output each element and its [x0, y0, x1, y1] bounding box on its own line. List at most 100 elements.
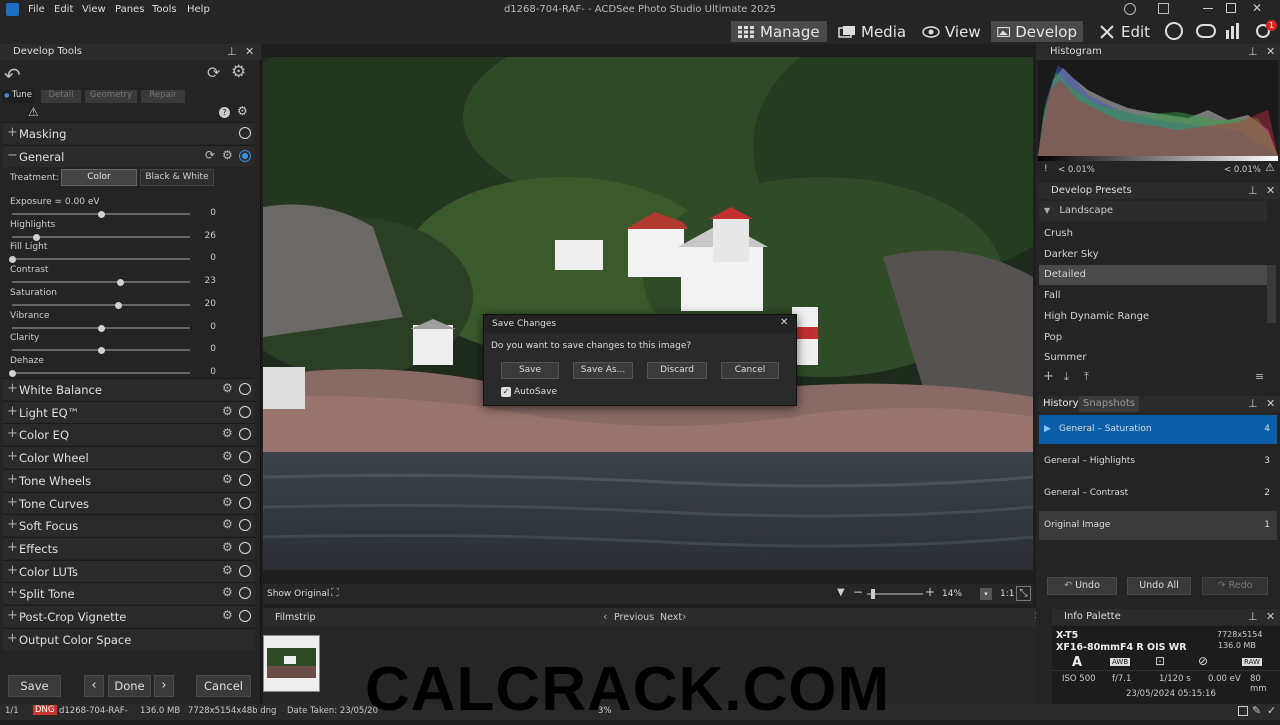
close-panel-icon[interactable]: ✕ — [245, 45, 254, 58]
menu-tools[interactable]: Tools — [152, 4, 177, 15]
redo-button[interactable]: ↷ Redo — [1202, 577, 1268, 595]
history-item[interactable]: General – Highlights 3 — [1039, 447, 1277, 476]
gear-icon[interactable]: ⚙ — [222, 404, 233, 418]
undo-all-button[interactable]: Undo All — [1127, 577, 1191, 595]
dialog-save-button[interactable]: Save — [501, 362, 559, 379]
histogram-right-warning-icon[interactable]: ⚠ — [1265, 161, 1275, 174]
autosave-checkbox[interactable]: ✓ — [501, 387, 511, 397]
reset-icon[interactable]: ⟳ — [207, 63, 220, 82]
preset-item[interactable]: Summer — [1039, 348, 1267, 368]
slider-track[interactable] — [12, 324, 190, 332]
gear-icon[interactable]: ⚙ — [222, 381, 233, 395]
menu-view[interactable]: View — [82, 4, 106, 15]
toggle-circle-icon[interactable] — [239, 474, 251, 486]
tool-group-row[interactable]: + Split Tone ⚙ — [3, 582, 255, 604]
restore-icon[interactable] — [1226, 3, 1236, 13]
layout-icon[interactable] — [1158, 3, 1169, 14]
mode-develop[interactable]: Develop — [991, 21, 1083, 42]
done-button[interactable]: Done — [108, 675, 151, 697]
tab-repair[interactable]: Repair — [141, 90, 185, 103]
preset-item[interactable]: High Dynamic Range — [1039, 307, 1267, 327]
slider-track[interactable] — [12, 210, 190, 218]
slider-track[interactable] — [12, 278, 190, 286]
close-window-icon[interactable]: ✕ — [1252, 1, 1262, 15]
preset-item[interactable]: Fall — [1039, 286, 1267, 306]
community-icon[interactable] — [1165, 22, 1183, 40]
gear-icon[interactable]: ⚙ — [222, 472, 233, 486]
toggle-circle-icon[interactable] — [239, 565, 251, 577]
gear-icon[interactable]: ⚙ — [222, 608, 233, 622]
zoom-menu-icon[interactable]: ▾ — [980, 588, 992, 600]
save-button[interactable]: Save — [8, 675, 61, 697]
tool-group-row[interactable]: + Post-Crop Vignette ⚙ — [3, 605, 255, 627]
tab-geometry[interactable]: Geometry — [85, 90, 137, 103]
treatment-bw-button[interactable]: Black & White — [140, 169, 214, 186]
next-button[interactable]: Next — [660, 612, 682, 623]
gear-icon[interactable]: ⚙ — [222, 449, 233, 463]
zoom-dropdown-icon[interactable]: ▼ — [837, 587, 845, 598]
tool-group-row[interactable]: + Color LUTs ⚙ — [3, 560, 255, 582]
gear-icon[interactable]: ⚙ — [222, 517, 233, 531]
slider-knob[interactable] — [8, 255, 16, 263]
tool-group-row[interactable]: + Effects ⚙ — [3, 537, 255, 559]
dialog-cancel-button[interactable]: Cancel — [721, 362, 779, 379]
preset-item[interactable]: Darker Sky — [1039, 245, 1267, 265]
gear-icon[interactable]: ⚙ — [222, 585, 233, 599]
prev-image-icon[interactable]: ‹ — [84, 675, 104, 697]
history-close-icon[interactable]: ✕ — [1266, 397, 1275, 410]
tab-snapshots[interactable]: Snapshots — [1079, 396, 1139, 412]
menu-edit[interactable]: Edit — [54, 4, 73, 15]
ratio-1to1[interactable]: 1:1 — [1000, 589, 1014, 599]
tab-tune[interactable]: ● Tune — [2, 90, 34, 103]
menu-file[interactable]: File — [28, 4, 45, 15]
tool-group-row[interactable]: + Soft Focus ⚙ — [3, 514, 255, 536]
tab-detail[interactable]: Detail — [41, 90, 81, 103]
toggle-on-icon[interactable] — [239, 150, 251, 162]
account-icon[interactable] — [1124, 3, 1136, 15]
zoom-out-icon[interactable]: − — [853, 585, 863, 599]
slider-knob[interactable] — [97, 210, 105, 218]
dialog-close-icon[interactable]: ✕ — [780, 317, 788, 328]
toggle-circle-icon[interactable] — [239, 610, 251, 622]
preset-item[interactable]: Pop — [1039, 328, 1267, 348]
slider-track[interactable] — [12, 346, 190, 354]
presets-menu-icon[interactable]: ≡ — [1255, 370, 1264, 383]
gear-icon[interactable]: ⚙ — [222, 148, 233, 162]
show-original-button[interactable]: Show Original — [267, 589, 329, 599]
gear-icon[interactable]: ⚙ — [222, 495, 233, 509]
mode-manage[interactable]: Manage — [731, 21, 827, 42]
fullscreen-icon[interactable]: ⛶ — [331, 586, 339, 600]
gear-icon[interactable]: ⚙ — [222, 540, 233, 554]
menu-panes[interactable]: Panes — [115, 4, 144, 15]
slider-knob[interactable] — [97, 346, 105, 354]
toggle-circle-icon[interactable] — [239, 451, 251, 463]
import-preset-icon[interactable]: ⤓ — [1064, 370, 1069, 384]
dialog-discard-button[interactable]: Discard — [647, 362, 707, 379]
tab-settings-icon[interactable]: ⚙ — [237, 104, 248, 118]
slider-track[interactable] — [12, 233, 190, 241]
slider-knob[interactable] — [115, 301, 123, 309]
presets-scrollbar[interactable] — [1267, 265, 1276, 323]
histogram-pin-icon[interactable]: ⊥ — [1248, 45, 1258, 58]
tool-group-row[interactable]: + White Balance ⚙ — [3, 378, 255, 400]
toggle-circle-icon[interactable] — [239, 406, 251, 418]
undo-arrow-icon[interactable]: ↶ — [4, 63, 21, 87]
toggle-circle-icon[interactable] — [239, 383, 251, 395]
reset-small-icon[interactable]: ⟳ — [205, 148, 215, 162]
info-pin-icon[interactable]: ⊥ — [1248, 610, 1258, 623]
toggle-circle-icon[interactable] — [239, 587, 251, 599]
history-item[interactable]: General – Contrast 2 — [1039, 479, 1277, 508]
zoom-in-icon[interactable]: + — [925, 585, 935, 599]
slider-knob[interactable] — [33, 233, 41, 241]
undo-button[interactable]: ↶ Undo — [1047, 577, 1117, 595]
presets-category[interactable]: ▼ Landscape — [1039, 201, 1267, 221]
toggle-circle-icon[interactable] — [239, 519, 251, 531]
tool-group-row[interactable]: + Output Color Space — [3, 628, 255, 650]
cloud-365-icon[interactable] — [1196, 24, 1216, 38]
history-pin-icon[interactable]: ⊥ — [1248, 397, 1258, 410]
slider-knob[interactable] — [97, 324, 105, 332]
settings-gear-icon[interactable]: ⚙ — [231, 62, 246, 82]
toggle-circle-icon[interactable] — [239, 497, 251, 509]
slider-track[interactable] — [8, 369, 190, 377]
gear-icon[interactable]: ⚙ — [222, 426, 233, 440]
